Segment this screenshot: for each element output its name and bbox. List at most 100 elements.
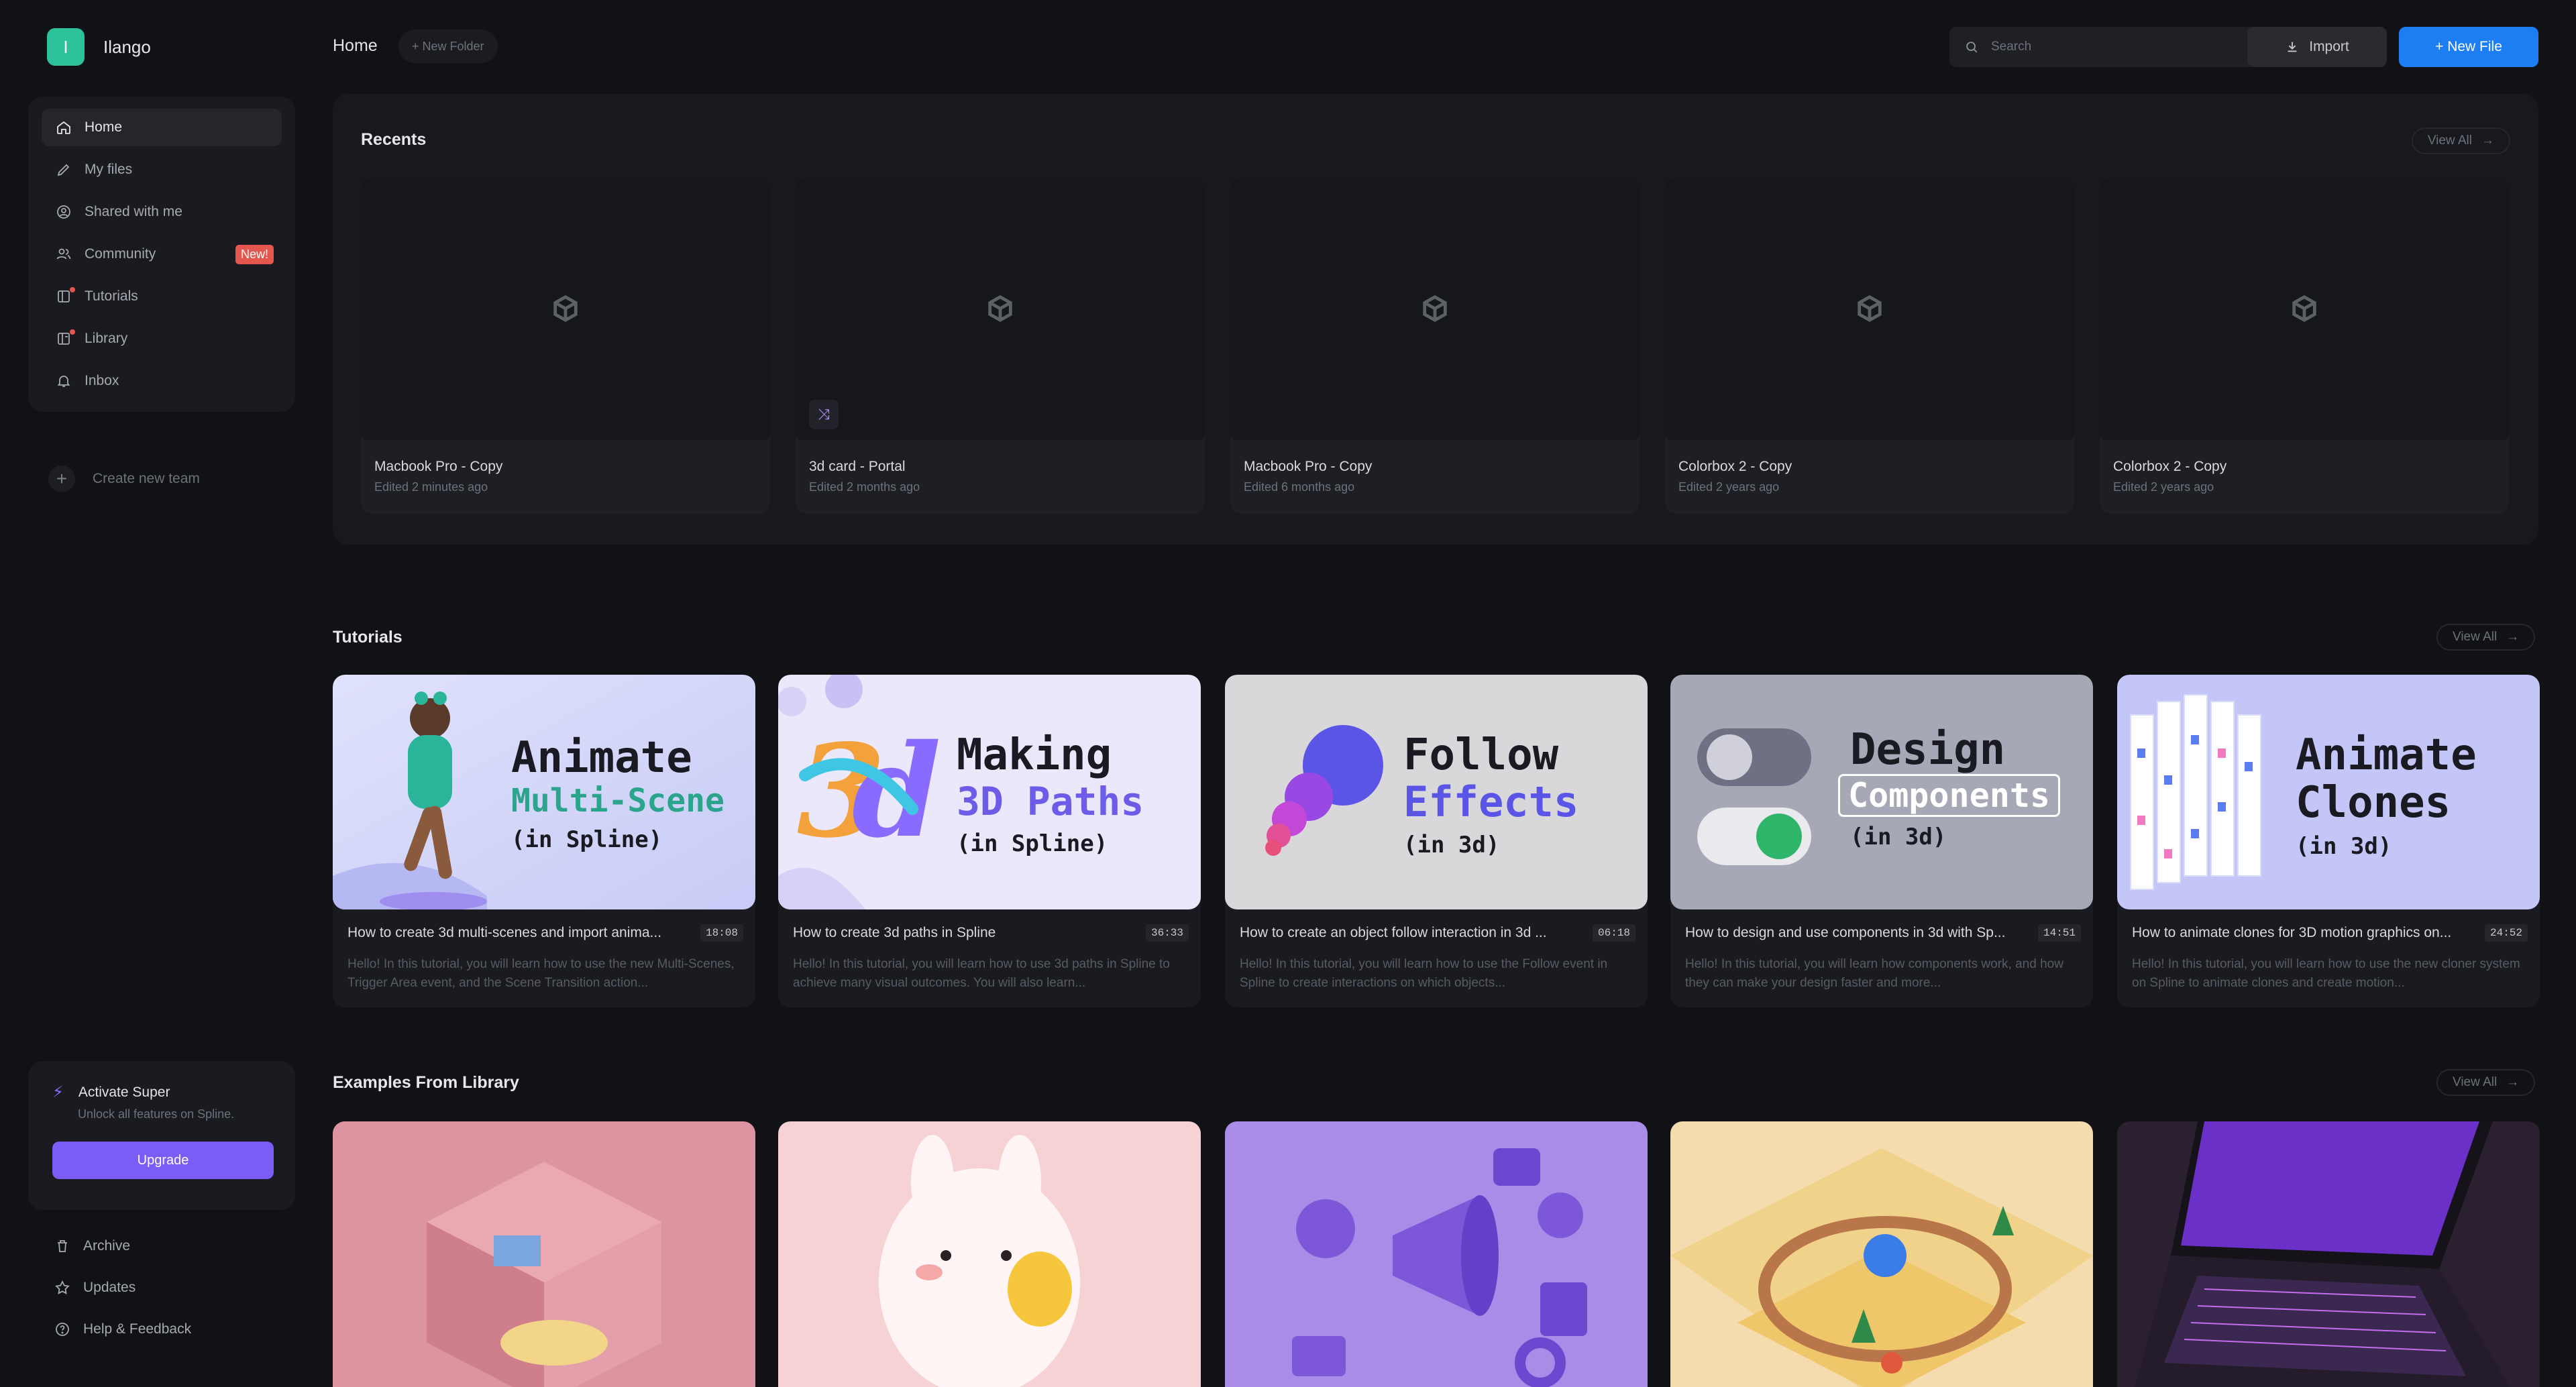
trash-icon [54, 1237, 71, 1255]
plus-icon: + [48, 465, 75, 492]
super-title: Activate Super [78, 1084, 170, 1100]
thumb-line3: (in 3d) [1403, 832, 1500, 858]
nav-label: Inbox [85, 373, 119, 388]
nav-item-inbox[interactable]: Inbox [42, 362, 282, 400]
file-thumbnail [1230, 178, 1640, 440]
tutorials-view-all[interactable]: View All → [2436, 624, 2536, 651]
activate-super-panel: ⚡ Activate Super Unlock all features on … [28, 1061, 295, 1210]
cube-icon [1423, 295, 1447, 323]
workspace-name: Ilango [103, 36, 151, 57]
library-example-card[interactable] [778, 1121, 1201, 1387]
tutorial-card[interactable]: Follow Effects (in 3d) How to create an … [1225, 675, 1648, 1007]
link-label: Archive [83, 1238, 131, 1254]
nav-item-tutorials[interactable]: Tutorials [42, 278, 282, 315]
tutorial-title: How to design and use components in 3d w… [1685, 925, 2006, 940]
tutorial-title: How to create an object follow interacti… [1240, 925, 1547, 940]
tutorial-card[interactable]: Animate Clones (in 3d) How to animate cl… [2117, 675, 2540, 1007]
laptop-image [2117, 1121, 2540, 1387]
star-icon [54, 1279, 71, 1296]
library-example-card[interactable] [2117, 1121, 2540, 1387]
recent-file-card[interactable]: Macbook Pro - Copy Edited 2 minutes ago [361, 178, 770, 514]
search-icon [1966, 42, 1978, 53]
import-button[interactable]: Import [2247, 27, 2387, 67]
nav-label: Shared with me [85, 204, 182, 219]
thumb-line2: Effects [1403, 777, 1579, 826]
file-thumbnail [361, 178, 770, 440]
file-thumbnail [2100, 178, 2509, 440]
nav-item-library[interactable]: Library [42, 320, 282, 357]
new-file-button[interactable]: + New File [2399, 27, 2538, 67]
workspace-switcher[interactable]: I Ilango [47, 28, 151, 66]
recent-file-card[interactable]: Macbook Pro - Copy Edited 6 months ago [1230, 178, 1640, 514]
isometric-room-image [333, 1121, 755, 1387]
tutorial-duration: 14:51 [2037, 924, 2081, 942]
thumb-line2: Clones [2296, 778, 2451, 828]
examples-view-all[interactable]: View All → [2436, 1069, 2536, 1096]
tutorial-duration: 24:52 [2484, 924, 2528, 942]
file-edited-time: Edited 6 months ago [1244, 480, 1355, 494]
file-thumbnail [796, 178, 1205, 440]
tutorial-thumbnail: Follow Effects (in 3d) [1225, 675, 1648, 909]
import-label: Import [2309, 39, 2349, 54]
nav-item-my-files[interactable]: My files [42, 151, 282, 188]
new-badge: New! [235, 244, 274, 264]
tutorial-thumbnail: Animate Multi-Scene (in Spline) [333, 675, 755, 909]
search-input[interactable] [1991, 40, 2259, 54]
create-team-button[interactable]: + Create new team [48, 465, 200, 492]
help-link[interactable]: Help & Feedback [42, 1311, 191, 1348]
new-folder-button[interactable]: + New Folder [398, 30, 498, 63]
user-circle-icon [55, 203, 72, 221]
tutorial-title: How to create 3d multi-scenes and import… [347, 925, 662, 940]
arrow-right-icon: → [2506, 1075, 2520, 1089]
library-example-card[interactable] [1225, 1121, 1648, 1387]
arrow-right-icon: → [2481, 133, 2494, 148]
bottom-links: Archive Updates Help & Feedback [42, 1227, 191, 1352]
updates-link[interactable]: Updates [42, 1269, 191, 1307]
tutorial-duration: 36:33 [1145, 924, 1189, 942]
unread-dot [70, 287, 75, 292]
nav-item-home[interactable]: Home [42, 109, 282, 146]
nav-label: Tutorials [85, 288, 138, 304]
recent-file-card[interactable]: Colorbox 2 - Copy Edited 2 years ago [1665, 178, 2074, 514]
thumb-line2: Components [1838, 774, 2061, 817]
arrow-right-icon: → [2506, 630, 2520, 644]
thumb-line3: (in 3d) [1850, 824, 1947, 850]
recent-file-card[interactable]: ⤨ 3d card - Portal Edited 2 months ago [796, 178, 1205, 514]
toy-train-track-image [1670, 1121, 2093, 1387]
file-edited-time: Edited 2 minutes ago [374, 480, 488, 494]
tutorial-description: Hello! In this tutorial, you will learn … [347, 957, 735, 990]
thumb-line1: Design [1850, 725, 2006, 775]
tutorial-description: Hello! In this tutorial, you will learn … [2132, 957, 2520, 990]
thumb-line1: Animate [2296, 730, 2477, 780]
file-edited-time: Edited 2 months ago [809, 480, 920, 494]
thumb-line3: (in 3d) [2296, 833, 2392, 860]
upgrade-button[interactable]: Upgrade [52, 1142, 274, 1179]
search-box[interactable] [1949, 27, 2277, 67]
download-icon [2288, 42, 2297, 52]
tutorial-card[interactable]: Animate Multi-Scene (in Spline) How to c… [333, 675, 755, 1007]
super-subtitle: Unlock all features on Spline. [78, 1107, 235, 1121]
thumb-line3: (in Spline) [511, 826, 663, 853]
archive-link[interactable]: Archive [42, 1227, 191, 1265]
nav-item-community[interactable]: Community New! [42, 235, 282, 273]
recents-view-all[interactable]: View All → [2411, 127, 2510, 154]
home-icon [55, 119, 72, 136]
pencil-icon [55, 161, 72, 178]
view-all-label: View All [2453, 1075, 2498, 1089]
tutorial-duration: 18:08 [700, 924, 743, 942]
help-icon [54, 1321, 71, 1338]
file-name: Colorbox 2 - Copy [2113, 459, 2227, 474]
library-example-card[interactable] [333, 1121, 755, 1387]
nav-label: Library [85, 331, 128, 346]
tutorial-title: How to animate clones for 3D motion grap… [2132, 925, 2452, 940]
view-all-label: View All [2453, 630, 2498, 644]
tutorial-card[interactable]: Design Components (in 3d) How to design … [1670, 675, 2093, 1007]
tutorial-description: Hello! In this tutorial, you will learn … [1240, 957, 1608, 990]
tutorial-card[interactable]: 3 d Making 3D Paths (in Spline) How to c… [778, 675, 1201, 1007]
recent-file-card[interactable]: Colorbox 2 - Copy Edited 2 years ago [2100, 178, 2509, 514]
examples-title: Examples From Library [333, 1073, 519, 1092]
bell-icon [55, 372, 72, 390]
file-name: Macbook Pro - Copy [374, 459, 503, 474]
nav-item-shared[interactable]: Shared with me [42, 193, 282, 231]
library-example-card[interactable] [1670, 1121, 2093, 1387]
